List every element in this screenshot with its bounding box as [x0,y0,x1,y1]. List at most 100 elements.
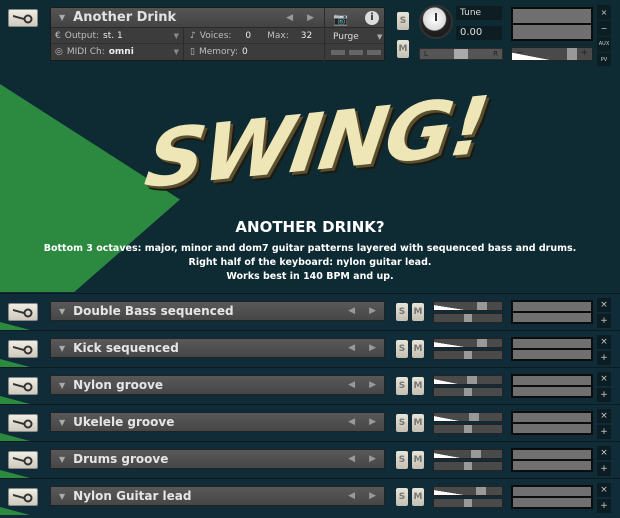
prev-instrument-icon[interactable]: ◀ [286,13,293,23]
pan-slider[interactable] [433,387,503,397]
volume-handle[interactable] [468,413,479,421]
pan-handle[interactable] [464,351,472,359]
mute-button[interactable]: M [412,451,424,469]
pan-handle[interactable] [454,49,468,59]
pan-slider[interactable] [433,461,503,471]
collapse-arrow-icon[interactable]: ▼ [59,13,65,22]
slot-name[interactable]: Kick sequenced [73,341,179,355]
solo-button[interactable]: S [396,451,408,469]
aux-button[interactable]: AUX [597,37,611,52]
collapse-arrow-icon[interactable]: ▼ [59,307,65,316]
instrument-options-button[interactable] [8,9,38,27]
prev-instrument-icon[interactable]: ◀ [348,306,355,316]
solo-button[interactable]: S [396,377,408,395]
slot-name-bar[interactable]: ▼ Nylon Guitar lead ◀ ▶ [50,486,385,506]
pan-slider[interactable] [433,313,503,323]
slot-name[interactable]: Nylon groove [73,378,163,392]
next-instrument-icon[interactable]: ▶ [307,13,314,23]
next-instrument-icon[interactable]: ▶ [369,306,376,316]
close-instrument-button[interactable]: × [597,5,611,20]
next-instrument-icon[interactable]: ▶ [369,343,376,353]
tune-value[interactable]: 0.00 [456,26,502,40]
next-instrument-icon[interactable]: ▶ [369,454,376,464]
tune-knob[interactable] [419,5,453,39]
pan-handle[interactable] [464,314,472,322]
prev-instrument-icon[interactable]: ◀ [348,380,355,390]
info-icon[interactable]: i [365,11,379,25]
minimize-instrument-button[interactable]: − [597,21,611,36]
collapse-arrow-icon[interactable]: ▼ [59,492,65,501]
volume-handle[interactable] [566,48,577,60]
slot-options-button[interactable] [8,414,38,432]
slot-options-button[interactable] [8,303,38,321]
pan-handle[interactable] [464,388,472,396]
next-instrument-icon[interactable]: ▶ [369,491,376,501]
output-selector[interactable]: € Output: st. 1 ▼ [51,27,184,44]
close-slot-button[interactable]: × [597,372,611,386]
slot-name-bar[interactable]: ▼ Ukelele groove ◀ ▶ [50,412,385,432]
volume-handle[interactable] [471,450,482,458]
mute-button[interactable]: M [397,40,409,58]
solo-button[interactable]: S [397,12,409,30]
slot-name[interactable]: Drums groove [73,452,168,466]
volume-handle[interactable] [476,487,486,495]
volume-slider[interactable] [433,301,503,311]
slot-name-bar[interactable]: ▼ Nylon groove ◀ ▶ [50,375,385,395]
slot-name-bar[interactable]: ▼ Kick sequenced ◀ ▶ [50,338,385,358]
volume-slider[interactable] [433,412,503,422]
volume-slider[interactable] [433,375,503,385]
slot-name[interactable]: Nylon Guitar lead [73,489,191,503]
prev-instrument-icon[interactable]: ◀ [348,417,355,427]
slot-options-button[interactable] [8,377,38,395]
close-slot-button[interactable]: × [597,409,611,423]
volume-slider[interactable] [433,486,503,496]
solo-button[interactable]: S [396,303,408,321]
mute-button[interactable]: M [412,414,424,432]
expand-slot-button[interactable]: + [597,351,611,365]
slot-options-button[interactable] [8,340,38,358]
slot-name[interactable]: Double Bass sequenced [73,304,233,318]
solo-button[interactable]: S [396,488,408,506]
collapse-arrow-icon[interactable]: ▼ [59,381,65,390]
close-slot-button[interactable]: × [597,446,611,460]
close-slot-button[interactable]: × [597,335,611,349]
mute-button[interactable]: M [412,340,424,358]
prev-instrument-icon[interactable]: ◀ [348,343,355,353]
pan-slider[interactable] [433,350,503,360]
instrument-name[interactable]: Another Drink [73,10,176,25]
collapse-arrow-icon[interactable]: ▼ [59,455,65,464]
volume-slider[interactable] [433,338,503,348]
next-instrument-icon[interactable]: ▶ [369,380,376,390]
purge-menu[interactable]: Purge [333,32,359,42]
pan-slider[interactable]: L R [419,48,503,60]
pan-handle[interactable] [464,425,472,433]
volume-handle[interactable] [477,339,488,347]
next-instrument-icon[interactable]: ▶ [369,417,376,427]
slot-name[interactable]: Ukelele groove [73,415,174,429]
volume-handle[interactable] [477,302,488,310]
pan-slider[interactable] [433,498,503,508]
volume-slider[interactable] [433,449,503,459]
close-slot-button[interactable]: × [597,298,611,312]
close-slot-button[interactable]: × [597,483,611,497]
collapse-arrow-icon[interactable]: ▼ [59,418,65,427]
slot-options-button[interactable] [8,488,38,506]
expand-slot-button[interactable]: + [597,499,611,513]
volume-slider[interactable]: − + [511,47,593,61]
slot-name-bar[interactable]: ▼ Double Bass sequenced ◀ ▶ [50,301,385,321]
expand-slot-button[interactable]: + [597,388,611,402]
expand-slot-button[interactable]: + [597,425,611,439]
expand-slot-button[interactable]: + [597,462,611,476]
prev-instrument-icon[interactable]: ◀ [348,491,355,501]
slot-name-bar[interactable]: ▼ Drums groove ◀ ▶ [50,449,385,469]
solo-button[interactable]: S [396,414,408,432]
midi-channel-selector[interactable]: ◎ MIDI Ch: omni ▼ [51,44,184,60]
mute-button[interactable]: M [412,303,424,321]
prev-instrument-icon[interactable]: ◀ [348,454,355,464]
volume-handle[interactable] [467,376,477,384]
expand-slot-button[interactable]: + [597,314,611,328]
slot-options-button[interactable] [8,451,38,469]
pan-slider[interactable] [433,424,503,434]
camera-icon[interactable]: 📷 [333,12,348,26]
mute-button[interactable]: M [412,488,424,506]
